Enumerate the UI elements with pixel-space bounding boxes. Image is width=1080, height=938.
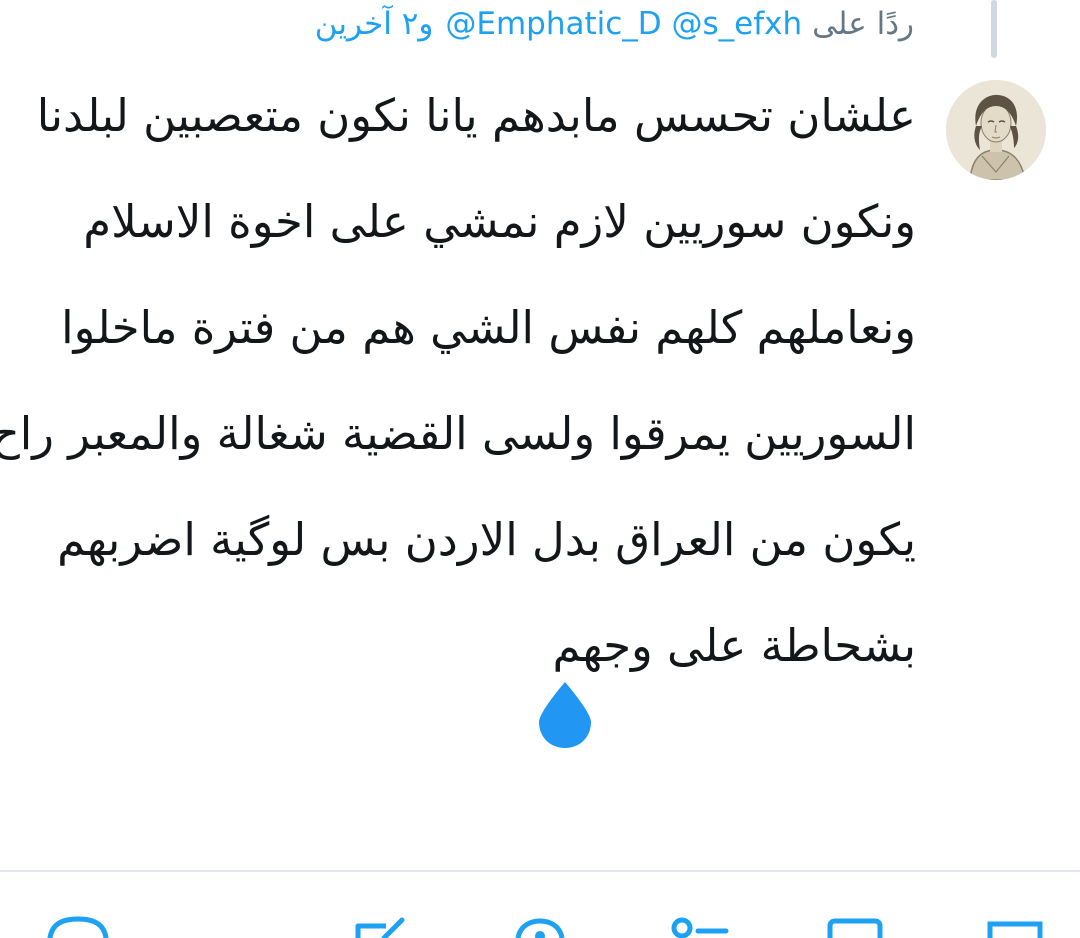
divider xyxy=(0,870,1080,872)
reply-context: ردًا على @Emphatic_D @s_efxh و٢ آخرين xyxy=(315,0,914,48)
thread-connector-line xyxy=(991,0,997,58)
tweet-text-line: يكون من العراق بدل الاردن بس لوگية اضربه… xyxy=(57,513,916,566)
tweet-text-line: ونعاملهم كلهم نفس الشي هم من فترة ماخلوا xyxy=(61,301,916,354)
retweet-icon[interactable] xyxy=(668,916,730,938)
tweet-text-line: علشان تحسس مابدهم يانا نكون متعصبين لبلد… xyxy=(36,89,916,142)
like-icon[interactable] xyxy=(826,916,884,938)
avatar-portrait-image xyxy=(946,80,1046,180)
tweet-text-line: ونكون سوريين لازم نمشي على اخوة الاسلام xyxy=(83,195,916,248)
reply-prefix-label: ردًا على xyxy=(812,6,914,42)
share-icon[interactable] xyxy=(986,916,1044,938)
search-icon[interactable] xyxy=(512,916,568,938)
droplet-icon xyxy=(539,682,591,748)
tweet-text-line: السوريين يمرقوا ولسى القضية شغالة والمعب… xyxy=(0,407,916,460)
reply-others-link[interactable]: و٢ آخرين xyxy=(315,6,434,42)
reply-mentions-link[interactable]: @Emphatic_D @s_efxh xyxy=(445,6,802,42)
edit-icon[interactable] xyxy=(354,916,408,938)
tweet-text: علشان تحسس مابدهم يانا نكون متعصبين لبلد… xyxy=(0,80,916,716)
reply-icon[interactable] xyxy=(46,916,110,938)
avatar[interactable] xyxy=(946,80,1046,180)
tweet-text-line: بشحاطة على وجهم xyxy=(552,619,916,672)
